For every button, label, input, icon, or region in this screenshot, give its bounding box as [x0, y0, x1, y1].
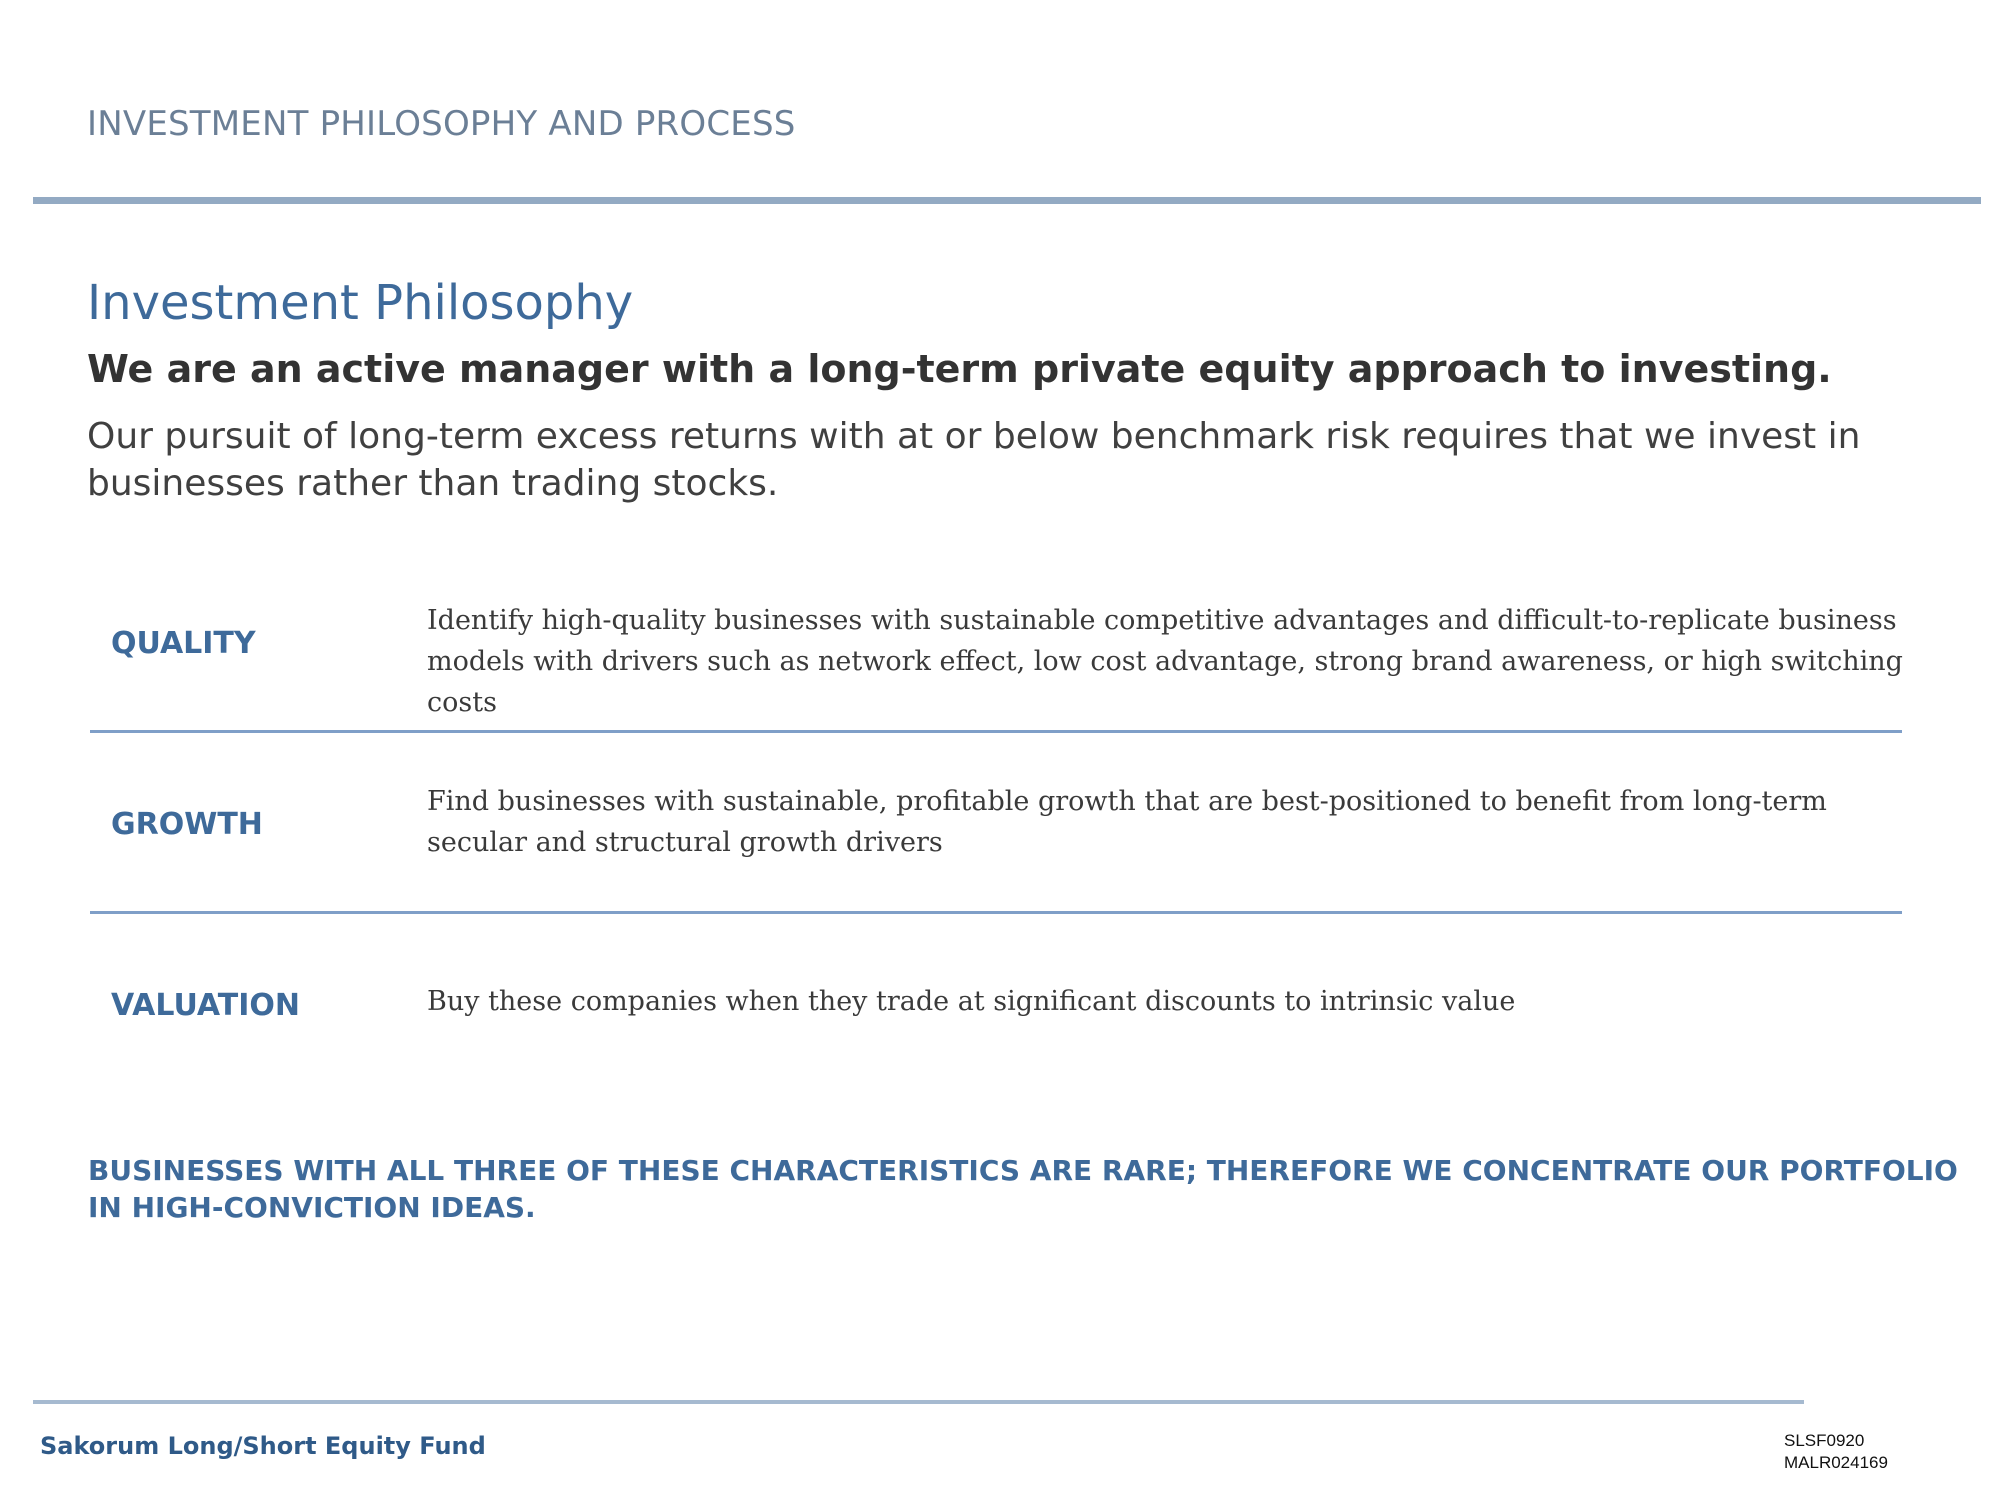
pillar-label: VALUATION — [111, 988, 301, 1023]
conclusion-statement: BUSINESSES WITH ALL THREE OF THESE CHARA… — [88, 1154, 1958, 1224]
section-header: INVESTMENT PHILOSOPHY AND PROCESS — [87, 104, 796, 144]
row-divider — [90, 730, 1902, 733]
footer-divider — [33, 1400, 1804, 1404]
document-code: SLSF0920 — [1784, 1431, 1865, 1450]
row-divider — [90, 911, 1902, 914]
pillar-label: GROWTH — [111, 807, 263, 842]
pillar-description: Find businesses with sustainable, profit… — [427, 786, 1827, 858]
pillar-description: Buy these companies when they trade at s… — [427, 986, 1516, 1017]
document-codes: SLSF0920 MALR024169 — [1784, 1430, 1888, 1474]
tagline: We are an active manager with a long-ter… — [87, 347, 1832, 391]
header-divider — [33, 197, 1981, 204]
fund-name: Sakorum Long/Short Equity Fund — [40, 1432, 486, 1460]
bates-number: MALR024169 — [1784, 1453, 1888, 1472]
intro-paragraph: Our pursuit of long-term excess returns … — [87, 416, 1861, 504]
pillar-label: QUALITY — [111, 626, 256, 661]
pillar-description: Identify high-quality businesses with su… — [427, 605, 1903, 718]
page-title: Investment Philosophy — [87, 275, 634, 331]
